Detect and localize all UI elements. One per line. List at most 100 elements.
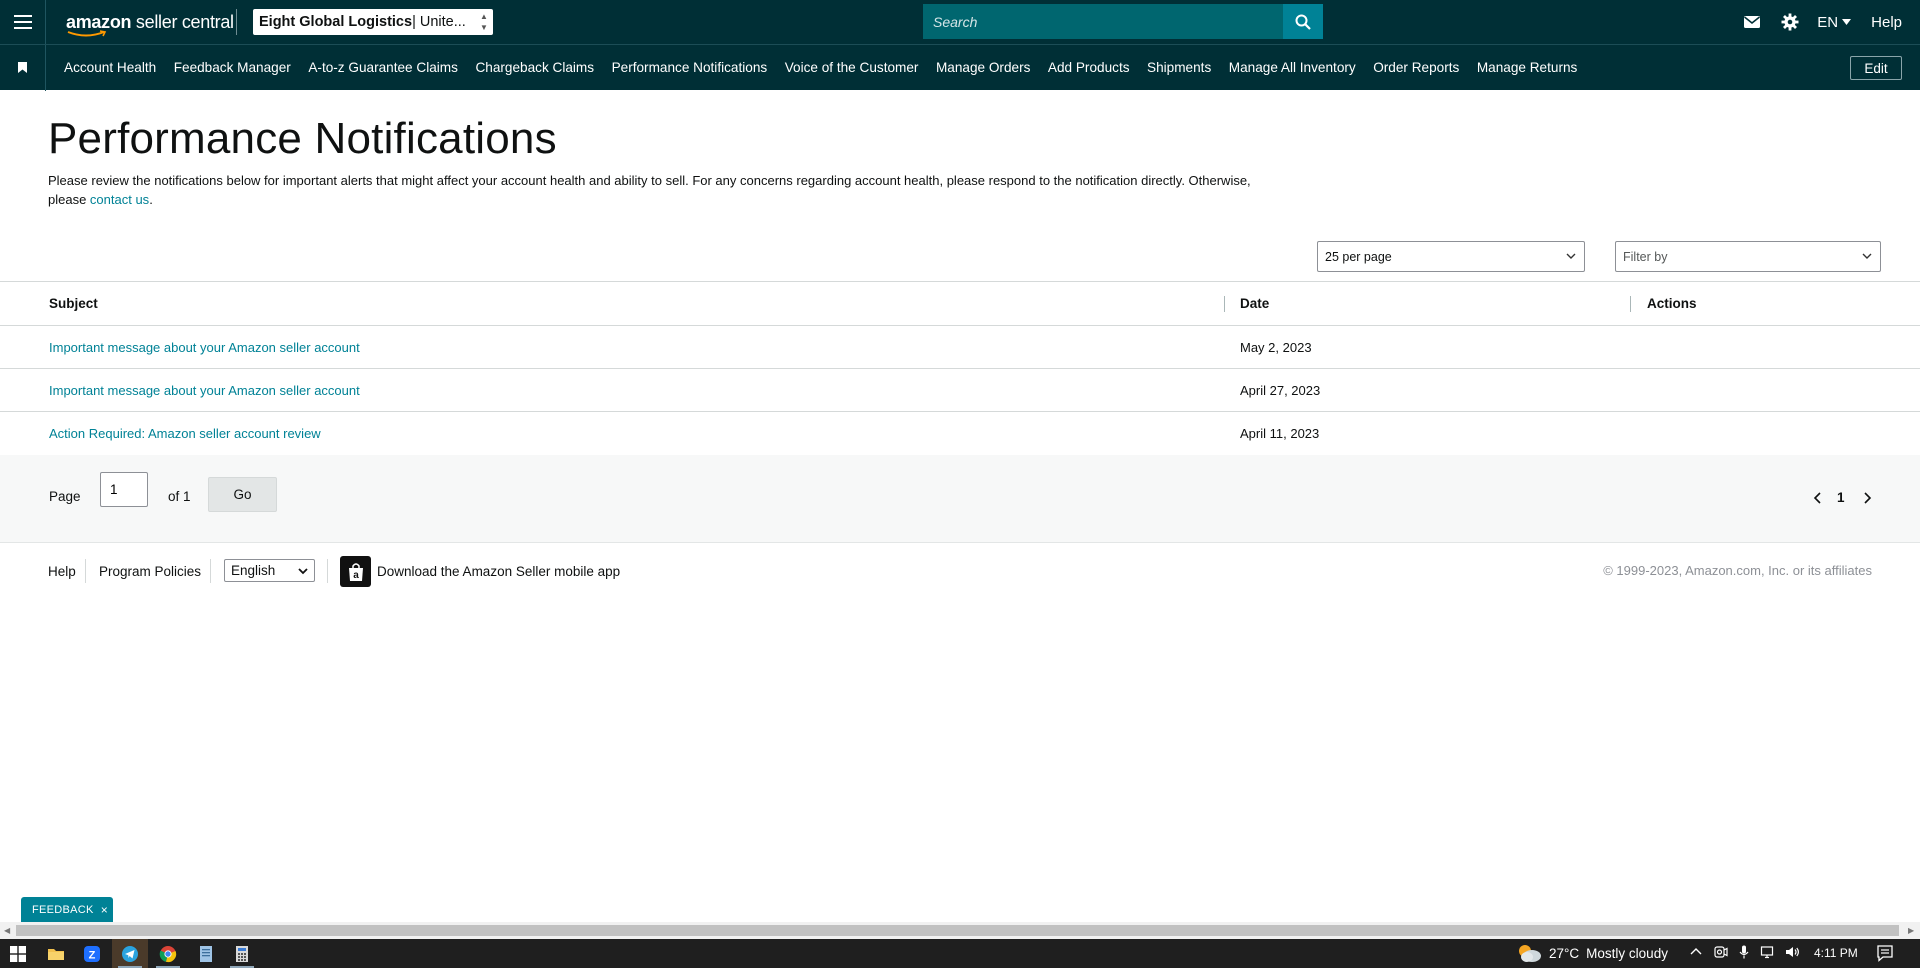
nav-items: Account Health Feedback Manager A-to-z G… bbox=[64, 60, 1595, 75]
network-icon[interactable] bbox=[1760, 944, 1776, 960]
taskbar-calculator[interactable] bbox=[224, 939, 260, 968]
weather-widget[interactable]: 27°C Mostly cloudy bbox=[1516, 943, 1668, 963]
taskbar-file-explorer[interactable] bbox=[38, 939, 74, 968]
page-number-input[interactable] bbox=[100, 472, 148, 507]
notification-center-button[interactable] bbox=[1876, 944, 1894, 967]
seller-central-logo[interactable]: amazon seller central bbox=[66, 11, 234, 36]
gear-icon bbox=[1781, 13, 1799, 31]
shopping-bag-icon: a bbox=[348, 562, 363, 581]
caret-down-icon bbox=[1842, 19, 1852, 25]
system-clock[interactable]: 4:11 PM bbox=[1814, 946, 1858, 960]
notifications-table: Subject Date Actions Important message a… bbox=[0, 281, 1920, 456]
footer-language-select[interactable]: English bbox=[224, 559, 315, 582]
notification-date: April 27, 2023 bbox=[1240, 383, 1321, 398]
seller-app-icon[interactable]: a bbox=[340, 556, 371, 587]
nav-a-to-z-claims[interactable]: A-to-z Guarantee Claims bbox=[308, 60, 458, 75]
notification-subject-link[interactable]: Action Required: Amazon seller account r… bbox=[49, 426, 321, 441]
messages-button[interactable] bbox=[1733, 0, 1771, 44]
logo-product: seller central bbox=[131, 11, 234, 32]
notification-subject-link[interactable]: Important message about your Amazon sell… bbox=[49, 340, 360, 355]
chevron-down-icon bbox=[1566, 253, 1576, 259]
microphone-icon[interactable] bbox=[1736, 944, 1752, 960]
horizontal-scrollbar[interactable]: ◀ ▶ bbox=[0, 922, 1920, 939]
nav-account-health[interactable]: Account Health bbox=[64, 60, 156, 75]
chevron-up-icon[interactable] bbox=[1688, 944, 1704, 960]
windows-taskbar: Z 27°C Mostly cloudy 4:11 PM bbox=[0, 939, 1920, 968]
nav-chargeback-claims[interactable]: Chargeback Claims bbox=[475, 60, 594, 75]
account-selector[interactable]: Eight Global Logistics | Unite... ▲ ▼ bbox=[253, 9, 493, 35]
footer-policies-link[interactable]: Program Policies bbox=[99, 564, 201, 579]
taskbar-chrome[interactable] bbox=[150, 939, 186, 968]
nav-voice-of-customer[interactable]: Voice of the Customer bbox=[785, 60, 919, 75]
column-actions: Actions bbox=[1647, 296, 1697, 311]
windows-icon bbox=[10, 945, 26, 962]
scroll-left-icon[interactable]: ◀ bbox=[4, 926, 12, 935]
volume-icon[interactable] bbox=[1784, 944, 1800, 960]
search-icon bbox=[1295, 14, 1311, 30]
column-date[interactable]: Date bbox=[1240, 296, 1269, 311]
close-icon[interactable]: × bbox=[101, 903, 108, 917]
nav-order-reports[interactable]: Order Reports bbox=[1373, 60, 1459, 75]
chevron-left-icon[interactable] bbox=[1813, 492, 1823, 504]
nav-shipments[interactable]: Shipments bbox=[1147, 60, 1211, 75]
filter-placeholder: Filter by bbox=[1623, 249, 1668, 264]
notification-date: April 11, 2023 bbox=[1240, 426, 1320, 441]
edit-nav-button[interactable]: Edit bbox=[1850, 56, 1902, 80]
column-subject[interactable]: Subject bbox=[49, 296, 98, 311]
help-link[interactable]: Help bbox=[1861, 14, 1920, 31]
scrollbar-thumb[interactable] bbox=[16, 925, 1899, 936]
scroll-right-icon[interactable]: ▶ bbox=[1908, 926, 1916, 935]
taskbar-zalo[interactable]: Z bbox=[74, 939, 110, 968]
notification-icon bbox=[1877, 945, 1893, 962]
notification-subject-link[interactable]: Important message about your Amazon sell… bbox=[49, 383, 360, 398]
zalo-icon: Z bbox=[84, 945, 100, 962]
taskbar-telegram[interactable] bbox=[112, 939, 148, 968]
column-divider bbox=[1224, 296, 1225, 312]
copyright-text: © 1999-2023, Amazon.com, Inc. or its aff… bbox=[1603, 563, 1872, 578]
nav-add-products[interactable]: Add Products bbox=[1048, 60, 1130, 75]
svg-text:Z: Z bbox=[89, 949, 96, 961]
account-region: | Unite... bbox=[412, 14, 466, 30]
nav-manage-returns[interactable]: Manage Returns bbox=[1477, 60, 1578, 75]
per-page-select[interactable]: 25 per page bbox=[1317, 241, 1585, 272]
start-button[interactable] bbox=[0, 939, 36, 968]
nav-manage-inventory[interactable]: Manage All Inventory bbox=[1229, 60, 1356, 75]
logo-brand: amazon bbox=[66, 11, 132, 32]
table-header: Subject Date Actions bbox=[0, 282, 1920, 326]
bookmarks-button[interactable] bbox=[0, 44, 46, 91]
filter-select[interactable]: Filter by bbox=[1615, 241, 1881, 272]
download-app-link[interactable]: Download the Amazon Seller mobile app bbox=[377, 564, 620, 579]
language-selector[interactable]: EN bbox=[1809, 14, 1861, 31]
svg-text:a: a bbox=[353, 570, 359, 581]
bookmark-nav-bar: Account Health Feedback Manager A-to-z G… bbox=[0, 44, 1920, 91]
weather-condition: Mostly cloudy bbox=[1586, 945, 1668, 961]
nav-manage-orders[interactable]: Manage Orders bbox=[936, 60, 1030, 75]
chevron-right-icon[interactable] bbox=[1862, 492, 1872, 504]
temperature: 27°C bbox=[1549, 945, 1580, 961]
system-tray bbox=[1688, 944, 1800, 960]
footer-help-link[interactable]: Help bbox=[48, 564, 76, 579]
chevron-down-icon bbox=[1862, 253, 1872, 259]
nav-feedback-manager[interactable]: Feedback Manager bbox=[174, 60, 291, 75]
search-bar bbox=[923, 4, 1323, 39]
search-button[interactable] bbox=[1283, 4, 1323, 39]
go-button[interactable]: Go bbox=[208, 477, 277, 512]
menu-button[interactable] bbox=[0, 0, 46, 44]
page-total: of 1 bbox=[168, 489, 191, 504]
folder-icon bbox=[48, 948, 64, 960]
taskbar-notes[interactable] bbox=[188, 939, 224, 968]
footer-divider bbox=[327, 559, 328, 583]
camera-icon[interactable] bbox=[1712, 944, 1728, 960]
contact-us-link[interactable]: contact us bbox=[90, 192, 149, 207]
page-label: Page bbox=[49, 489, 81, 504]
hamburger-icon bbox=[13, 15, 32, 29]
feedback-tab[interactable]: FEEDBACK × bbox=[21, 897, 113, 922]
calculator-icon bbox=[236, 945, 248, 962]
search-input[interactable] bbox=[923, 4, 1283, 39]
current-page-number[interactable]: 1 bbox=[1837, 490, 1845, 505]
footer-language-value: English bbox=[231, 563, 276, 578]
amazon-smile-icon bbox=[67, 29, 107, 36]
nav-performance-notifications[interactable]: Performance Notifications bbox=[612, 60, 768, 75]
settings-button[interactable] bbox=[1771, 0, 1809, 44]
header-divider bbox=[236, 9, 237, 35]
